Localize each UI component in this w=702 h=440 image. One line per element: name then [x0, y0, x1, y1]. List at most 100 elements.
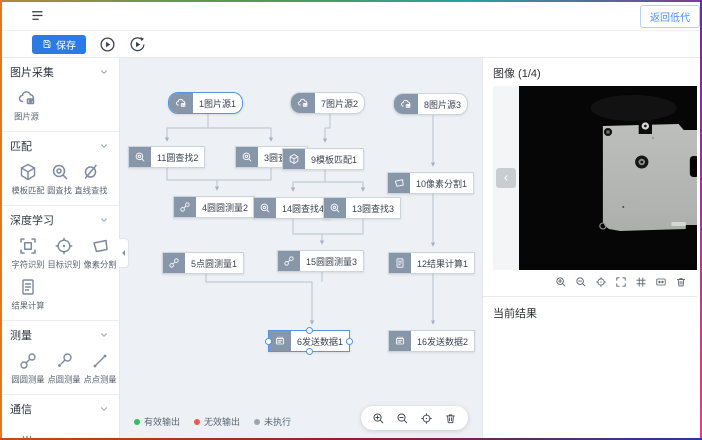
- section-header[interactable]: 图片采集: [10, 64, 109, 80]
- trash-icon[interactable]: [444, 412, 457, 425]
- legend-valid-output: 有效输出: [134, 415, 180, 428]
- item-label: 字符识别: [11, 259, 44, 271]
- flow-node-circle-circle-measure-3[interactable]: 15圆圆测量3: [277, 250, 364, 272]
- image-nav-strip: [493, 86, 519, 270]
- send-device-icon: [269, 331, 291, 351]
- save-icon: [42, 39, 52, 49]
- item-label: 点点测量: [83, 374, 116, 386]
- flow-node-pixel-segmentation-1[interactable]: 10像素分割1: [387, 172, 474, 194]
- chevron-down-icon[interactable]: [99, 215, 109, 225]
- section-header[interactable]: 深度学习: [10, 212, 109, 228]
- zoom-out-icon[interactable]: [575, 276, 587, 288]
- sidebar-item-circle-find[interactable]: 圆查找: [46, 162, 73, 197]
- item-label: 目标识别: [47, 259, 80, 271]
- node-handle-right[interactable]: [346, 338, 353, 345]
- image-viewer: [493, 86, 697, 270]
- section-image-capture: 图片采集 图片源: [0, 58, 119, 132]
- sidebar-collapse-handle[interactable]: [119, 238, 129, 268]
- sidebar-item-image-source[interactable]: 图片源: [10, 88, 43, 123]
- chevron-down-icon[interactable]: [99, 330, 109, 340]
- flow-node-image-source-1[interactable]: 1图片源1: [168, 92, 243, 114]
- flow-node-circle-find-4[interactable]: 14圆查找4: [253, 197, 331, 219]
- circle-find-icon: [324, 198, 346, 218]
- inspection-image[interactable]: [519, 86, 697, 270]
- flow-canvas[interactable]: 1图片源1 7图片源2 8图片源3 11圆查找2 3圆查找1 9模板匹配1: [120, 58, 483, 440]
- flow-node-circle-find-3[interactable]: 13圆查找3: [323, 197, 401, 219]
- chevron-down-icon[interactable]: [99, 141, 109, 151]
- save-button[interactable]: 保存: [32, 35, 86, 54]
- flow-node-circle-find-2[interactable]: 11圆查找2: [128, 146, 205, 168]
- node-handle-left[interactable]: [265, 338, 272, 345]
- sidebar-item-ocr[interactable]: 字符识别: [10, 236, 46, 271]
- line-find-icon: [81, 162, 101, 182]
- back-to-lowcode-button[interactable]: 返回低代: [640, 5, 700, 28]
- item-label: 点圆测量: [47, 374, 80, 386]
- legend-label: 未执行: [264, 415, 291, 428]
- flow-node-template-match-1[interactable]: 9模板匹配1: [282, 148, 364, 170]
- node-handle-bottom[interactable]: [306, 348, 313, 355]
- legend-label: 无效输出: [204, 415, 240, 428]
- document-icon: [389, 253, 411, 273]
- measure-circle-circle-icon: [174, 197, 196, 217]
- image-panel-title: 图像 (1/4): [493, 65, 697, 81]
- node-label: 6发送数据1: [291, 331, 349, 351]
- vision-flow-app: 返回低代 保存 图片采集 图片源: [0, 0, 702, 440]
- node-label: 11圆查找2: [151, 147, 204, 167]
- center-locate-icon[interactable]: [595, 276, 607, 288]
- node-label: 5点圆测量1: [185, 253, 243, 273]
- grid-icon[interactable]: [635, 276, 647, 288]
- section-header[interactable]: 测量: [10, 327, 109, 343]
- chevron-down-icon[interactable]: [99, 404, 109, 414]
- sidebar-item-result-calc[interactable]: 结果计算: [10, 277, 46, 312]
- item-label: 圆圆测量: [11, 374, 44, 386]
- sidebar-item-point-circle-measure[interactable]: 点圆测量: [46, 351, 82, 386]
- previous-image-button[interactable]: [496, 168, 516, 188]
- flow-node-send-data-2[interactable]: 16发送数据2: [388, 330, 475, 352]
- flow-node-send-data-1[interactable]: 6发送数据1: [268, 330, 350, 352]
- section-communication: 通信: [0, 395, 119, 440]
- run-continuous-icon[interactable]: [129, 36, 146, 53]
- circle-find-icon: [236, 147, 258, 167]
- sidebar-item-pixel-segmentation[interactable]: 像素分割: [82, 236, 118, 271]
- zoom-out-icon[interactable]: [396, 412, 409, 425]
- sidebar-item-object-detect[interactable]: 目标识别: [46, 236, 82, 271]
- section-header[interactable]: 通信: [10, 401, 109, 417]
- cube-icon: [283, 149, 305, 169]
- gray-dot: [254, 419, 260, 425]
- fullscreen-icon[interactable]: [615, 276, 627, 288]
- sidebar-item-line-find[interactable]: 直线查找: [73, 162, 109, 197]
- sidebar-item-circle-circle-measure[interactable]: 圆圆测量: [10, 351, 46, 386]
- center-locate-icon[interactable]: [420, 412, 433, 425]
- flow-node-circle-circle-measure-2[interactable]: 4圆圆测量2: [173, 196, 255, 218]
- node-label: 13圆查找3: [346, 198, 400, 218]
- polygon-icon: [90, 236, 110, 256]
- flow-node-image-source-3[interactable]: 8图片源3: [393, 93, 468, 115]
- node-label: 7图片源2: [315, 93, 364, 113]
- zoom-in-icon[interactable]: [555, 276, 567, 288]
- ocr-icon: [18, 236, 38, 256]
- node-handle-top[interactable]: [306, 327, 313, 334]
- cloud-image-icon: [394, 94, 418, 114]
- flow-node-image-source-2[interactable]: 7图片源2: [290, 92, 365, 114]
- circle-find-icon: [254, 198, 276, 218]
- section-title: 通信: [10, 401, 32, 417]
- section-header[interactable]: 匹配: [10, 138, 109, 154]
- sidebar-item-template-match[interactable]: 模板匹配: [10, 162, 46, 197]
- workflow-list-icon[interactable]: [30, 8, 45, 23]
- chevron-down-icon[interactable]: [99, 67, 109, 77]
- item-label: 模板匹配: [11, 185, 44, 197]
- trash-icon[interactable]: [675, 276, 687, 288]
- chevron-left-icon: [502, 172, 510, 184]
- zoom-in-icon[interactable]: [372, 412, 385, 425]
- run-once-icon[interactable]: [99, 36, 116, 53]
- section-title: 测量: [10, 327, 32, 343]
- flow-node-point-circle-measure-1[interactable]: 5点圆测量1: [162, 252, 244, 274]
- sidebar-item-point-point-measure[interactable]: 点点测量: [82, 351, 118, 386]
- fit-view-icon[interactable]: [655, 276, 667, 288]
- flow-node-result-calc-1[interactable]: 12结果计算1: [388, 252, 475, 274]
- polygon-icon: [388, 173, 410, 193]
- target-icon: [54, 236, 74, 256]
- sidebar-item-send-data[interactable]: [10, 433, 43, 440]
- send-device-icon: [17, 433, 37, 440]
- circle-find-icon: [50, 162, 70, 182]
